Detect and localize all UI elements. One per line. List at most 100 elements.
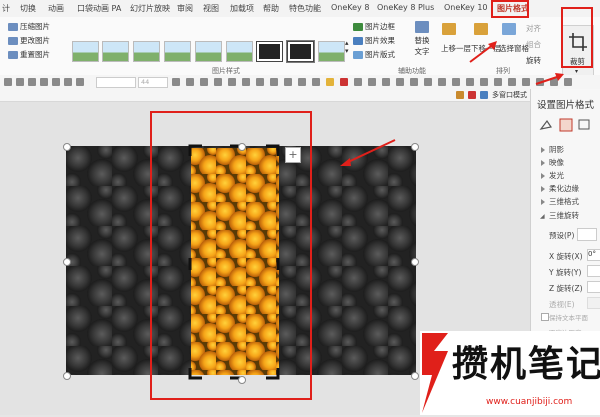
section-3d-format[interactable]: 三维格式 xyxy=(549,196,579,207)
toolbar-icon[interactable] xyxy=(494,78,502,86)
toolbar-icon[interactable] xyxy=(564,78,572,86)
toolbar-icon[interactable] xyxy=(456,91,464,99)
tab-design[interactable]: 计 xyxy=(2,3,10,14)
change-picture-button[interactable]: 更改图片 xyxy=(8,35,50,46)
picture-style-1[interactable] xyxy=(72,41,99,62)
toolbar-icon[interactable] xyxy=(242,78,250,86)
toolbar-icon[interactable] xyxy=(256,78,264,86)
resize-handle[interactable] xyxy=(411,143,419,151)
toolbar-icon[interactable] xyxy=(424,78,432,86)
picture-effects-button[interactable]: 图片效果 xyxy=(353,35,395,46)
toolbar-icon[interactable] xyxy=(438,78,446,86)
z-rotation-input[interactable] xyxy=(587,281,600,293)
toolbar-icon[interactable] xyxy=(466,78,474,86)
resize-handle[interactable] xyxy=(411,258,419,266)
section-shadow[interactable]: 阴影 xyxy=(549,144,564,155)
reset-picture-button[interactable]: 重置图片 xyxy=(8,49,50,60)
toolbar-icon[interactable] xyxy=(4,78,12,86)
send-backward-icon[interactable] xyxy=(474,23,490,35)
toolbar-icon[interactable] xyxy=(270,78,278,86)
keep-text-flat-checkbox[interactable] xyxy=(541,313,549,321)
picture-style-3[interactable] xyxy=(133,41,160,62)
resize-handle[interactable] xyxy=(63,372,71,380)
compress-pictures-button[interactable]: 压缩图片 xyxy=(8,21,50,32)
bring-forward-icon[interactable] xyxy=(442,23,458,35)
tab-onekey10[interactable]: OneKey 10 xyxy=(444,3,488,12)
font-size-select[interactable]: 44 xyxy=(138,77,168,88)
toolbar-icon[interactable] xyxy=(312,78,320,86)
toolbar-icon[interactable] xyxy=(550,78,558,86)
send-backward-button[interactable]: 下移一层 xyxy=(471,43,501,54)
toolbar-icon[interactable] xyxy=(40,78,48,86)
resize-handle[interactable] xyxy=(63,258,71,266)
picture-style-7[interactable] xyxy=(256,41,283,62)
selection-pane-button[interactable]: 选择窗格 xyxy=(499,43,529,54)
toolbar-icon[interactable] xyxy=(52,78,60,86)
toolbar-icon[interactable] xyxy=(354,78,362,86)
group-button[interactable]: 组合 xyxy=(526,39,541,50)
picture-layout-button[interactable]: 图片版式 xyxy=(353,49,395,60)
resize-handle[interactable] xyxy=(63,143,71,151)
alt-text-button[interactable]: 替换 文字 xyxy=(409,21,435,57)
tab-features[interactable]: 特色功能 xyxy=(289,3,321,14)
resize-handle[interactable] xyxy=(411,372,419,380)
tab-animations[interactable]: 动画 xyxy=(48,3,64,14)
toolbar-icon[interactable] xyxy=(410,78,418,86)
y-rotation-input[interactable] xyxy=(587,265,600,277)
toolbar-icon[interactable] xyxy=(480,78,488,86)
toolbar-icon[interactable] xyxy=(480,91,488,99)
toolbar-icon[interactable] xyxy=(28,78,36,86)
picture-style-8[interactable] xyxy=(286,40,315,63)
perspective-input[interactable] xyxy=(587,297,600,309)
picture-style-9[interactable] xyxy=(318,41,345,62)
picture-style-4[interactable] xyxy=(164,41,191,62)
fill-color-icon[interactable] xyxy=(326,78,334,86)
toolbar-icon[interactable] xyxy=(522,78,530,86)
toolbar-icon[interactable] xyxy=(186,78,194,86)
toolbar-icon[interactable] xyxy=(536,78,544,86)
section-3d-rotation[interactable]: 三维旋转 xyxy=(549,210,579,221)
toolbar-icon[interactable] xyxy=(382,78,390,86)
toolbar-icon[interactable] xyxy=(396,78,404,86)
toolbar-icon[interactable] xyxy=(228,78,236,86)
tab-help[interactable]: 帮助 xyxy=(263,3,279,14)
x-rotation-input[interactable]: 0° xyxy=(587,249,600,261)
toolbar-icon[interactable] xyxy=(214,78,222,86)
picture-style-5[interactable] xyxy=(195,41,222,62)
bring-forward-button[interactable]: 上移一层 xyxy=(441,43,471,54)
picture-style-2[interactable] xyxy=(102,41,129,62)
font-color-icon[interactable] xyxy=(340,78,348,86)
section-soft-edges[interactable]: 柔化边缘 xyxy=(549,183,579,194)
picture-border-button[interactable]: 图片边框 xyxy=(353,21,395,32)
toolbar-icon[interactable] xyxy=(368,78,376,86)
multi-window-toggle[interactable]: 多窗口模式 xyxy=(492,90,527,100)
align-button[interactable]: 对齐 xyxy=(526,23,541,34)
toolbar-icon[interactable] xyxy=(64,78,72,86)
tab-pocket-animation[interactable]: 口袋动画 PA xyxy=(77,3,121,14)
toolbar-icon[interactable] xyxy=(468,91,476,99)
section-glow[interactable]: 发光 xyxy=(549,170,564,181)
font-name-select[interactable] xyxy=(96,77,136,88)
tab-view[interactable]: 视图 xyxy=(203,3,219,14)
styles-scroll-icon[interactable]: ▴ ▾ xyxy=(345,39,349,55)
tab-onekey8plus[interactable]: OneKey 8 Plus xyxy=(377,3,434,12)
tab-transitions[interactable]: 切换 xyxy=(20,3,36,14)
toolbar-icon[interactable] xyxy=(200,78,208,86)
toolbar-icon[interactable] xyxy=(172,78,180,86)
tab-slideshow[interactable]: 幻灯片放映 xyxy=(130,3,170,14)
selection-pane-icon[interactable] xyxy=(502,23,518,35)
tab-addins[interactable]: 加载项 xyxy=(230,3,254,14)
tab-review[interactable]: 审阅 xyxy=(177,3,193,14)
pane-tab-icons[interactable] xyxy=(539,117,599,133)
toolbar-icon[interactable] xyxy=(298,78,306,86)
picture-style-6[interactable] xyxy=(226,41,253,62)
preset-dropdown[interactable] xyxy=(577,228,597,241)
toolbar-icon[interactable] xyxy=(508,78,516,86)
toolbar-icon[interactable] xyxy=(16,78,24,86)
tab-onekey8[interactable]: OneKey 8 xyxy=(331,3,369,12)
toolbar-icon[interactable] xyxy=(452,78,460,86)
toolbar-icon[interactable] xyxy=(284,78,292,86)
rotate-button[interactable]: 旋转 xyxy=(526,55,541,66)
toolbar-icon[interactable] xyxy=(76,78,84,86)
section-reflection[interactable]: 映像 xyxy=(549,157,564,168)
